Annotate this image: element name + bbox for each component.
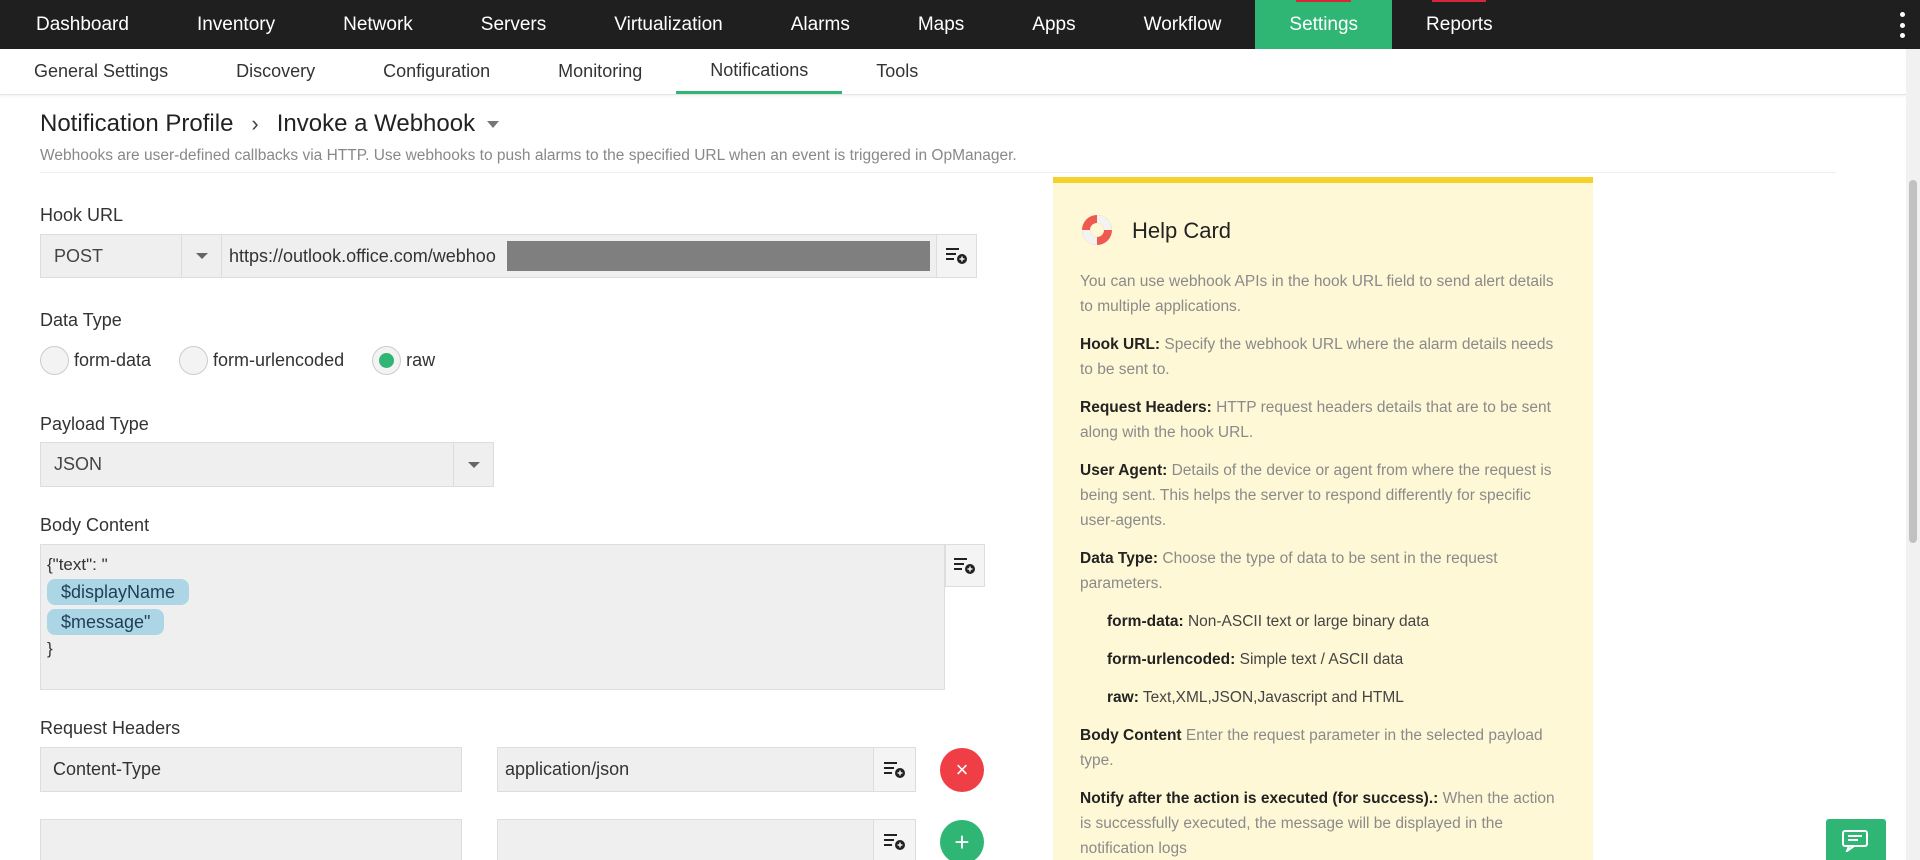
chat-button[interactable] xyxy=(1826,819,1886,860)
nav-reports[interactable]: Reports xyxy=(1392,0,1527,49)
radio-form-data[interactable]: form-data xyxy=(40,346,151,375)
nav-alarms[interactable]: Alarms xyxy=(757,0,884,49)
radio-form-urlencoded[interactable]: form-urlencoded xyxy=(179,346,344,375)
redacted-region xyxy=(507,241,930,271)
nav-inventory[interactable]: Inventory xyxy=(163,0,309,49)
add-header-button[interactable]: + xyxy=(940,820,984,860)
body-line: } xyxy=(47,639,53,658)
help-request-headers: Request Headers: HTTP request headers de… xyxy=(1080,399,1551,441)
tab-monitoring[interactable]: Monitoring xyxy=(524,49,676,94)
scrollbar-thumb[interactable] xyxy=(1909,180,1917,543)
top-nav: Dashboard Inventory Network Servers Virt… xyxy=(0,0,1920,49)
nav-workflow[interactable]: Workflow xyxy=(1110,0,1256,49)
nav-dashboard[interactable]: Dashboard xyxy=(0,0,163,49)
help-data-type: Data Type: Choose the type of data to be… xyxy=(1080,550,1498,592)
page-description: Webhooks are user-defined callbacks via … xyxy=(40,147,1017,164)
body-content-label: Body Content xyxy=(40,515,150,535)
nav-apps[interactable]: Apps xyxy=(998,0,1109,49)
data-type-radio-group: form-data form-urlencoded raw xyxy=(40,346,463,375)
hook-url-row: POST https://outlook.office.com/webhoo xyxy=(40,234,977,278)
header-value-text: application/json xyxy=(505,759,630,779)
help-notify: Notify after the action is executed (for… xyxy=(1080,790,1555,857)
tab-notifications[interactable]: Notifications xyxy=(676,49,843,94)
variable-picker-icon[interactable] xyxy=(873,748,915,791)
nav-virtualization[interactable]: Virtualization xyxy=(580,0,756,49)
nav-network[interactable]: Network xyxy=(309,0,447,49)
body-variable-picker-icon[interactable] xyxy=(945,544,985,587)
help-hook-url: Hook URL: Specify the webhook URL where … xyxy=(1080,336,1554,378)
help-intro: You can use webhook APIs in the hook URL… xyxy=(1080,273,1554,315)
breadcrumb-parent[interactable]: Notification Profile xyxy=(40,110,233,138)
settings-subnav: General Settings Discovery Configuration… xyxy=(0,49,1920,95)
header-divider xyxy=(40,172,1836,173)
variable-token[interactable]: $displayName xyxy=(47,579,190,605)
payload-type-select[interactable]: JSON xyxy=(40,442,494,487)
data-type-label: Data Type xyxy=(40,310,122,330)
hook-url-input[interactable]: https://outlook.office.com/webhoo xyxy=(222,235,936,277)
nav-servers[interactable]: Servers xyxy=(447,0,580,49)
header-value-input[interactable] xyxy=(497,819,916,860)
help-card: Help Card You can use webhook APIs in th… xyxy=(1053,177,1593,860)
radio-raw[interactable]: raw xyxy=(372,346,435,375)
remove-header-button[interactable]: × xyxy=(940,748,984,792)
payload-type-label: Payload Type xyxy=(40,414,149,434)
more-menu-icon[interactable] xyxy=(1898,12,1906,38)
tab-tools[interactable]: Tools xyxy=(842,49,952,94)
variable-token[interactable]: $message" xyxy=(47,609,165,635)
variable-picker-icon[interactable] xyxy=(873,820,915,860)
tab-configuration[interactable]: Configuration xyxy=(349,49,524,94)
request-headers-label: Request Headers xyxy=(40,718,181,738)
help-card-header: Help Card xyxy=(1080,213,1567,247)
payload-type-value: JSON xyxy=(54,454,103,474)
header-value-text xyxy=(498,820,873,860)
breadcrumb: Notification Profile › Invoke a Webhook xyxy=(40,110,500,138)
help-form-data: form-data: Non-ASCII text or large binar… xyxy=(1107,613,1430,630)
header-key-input[interactable]: Content-Type xyxy=(40,747,462,792)
body-content-editor[interactable]: {"text": " $displayName $message" } xyxy=(40,544,945,690)
method-dropdown-icon[interactable] xyxy=(182,235,222,277)
help-body-content: Body Content Enter the request parameter… xyxy=(1080,727,1543,769)
lifebuoy-icon xyxy=(1082,215,1112,245)
method-select[interactable]: POST xyxy=(41,235,182,277)
hook-url-label: Hook URL xyxy=(40,205,124,225)
hook-url-value: https://outlook.office.com/webhoo xyxy=(229,245,496,266)
help-user-agent: User Agent: Details of the device or age… xyxy=(1080,462,1552,529)
breadcrumb-separator-icon: › xyxy=(251,111,259,136)
help-form-urlencoded: form-urlencoded: Simple text / ASCII dat… xyxy=(1107,651,1404,668)
body-line: {"text": " xyxy=(47,555,108,574)
variable-picker-icon[interactable] xyxy=(936,235,976,277)
chat-icon xyxy=(1842,829,1868,852)
header-key-input[interactable] xyxy=(40,819,462,860)
title-dropdown-icon[interactable] xyxy=(487,120,500,128)
tab-general-settings[interactable]: General Settings xyxy=(0,49,202,94)
nav-settings[interactable]: Settings xyxy=(1255,0,1393,49)
header-value-input[interactable]: application/json xyxy=(497,747,916,792)
tab-discovery[interactable]: Discovery xyxy=(202,49,349,94)
chevron-down-icon[interactable] xyxy=(453,443,493,486)
nav-maps[interactable]: Maps xyxy=(884,0,998,49)
help-card-title: Help Card xyxy=(1132,217,1232,243)
page-title: Invoke a Webhook xyxy=(276,110,476,137)
help-raw: raw: Text,XML,JSON,Javascript and HTML xyxy=(1107,689,1404,706)
